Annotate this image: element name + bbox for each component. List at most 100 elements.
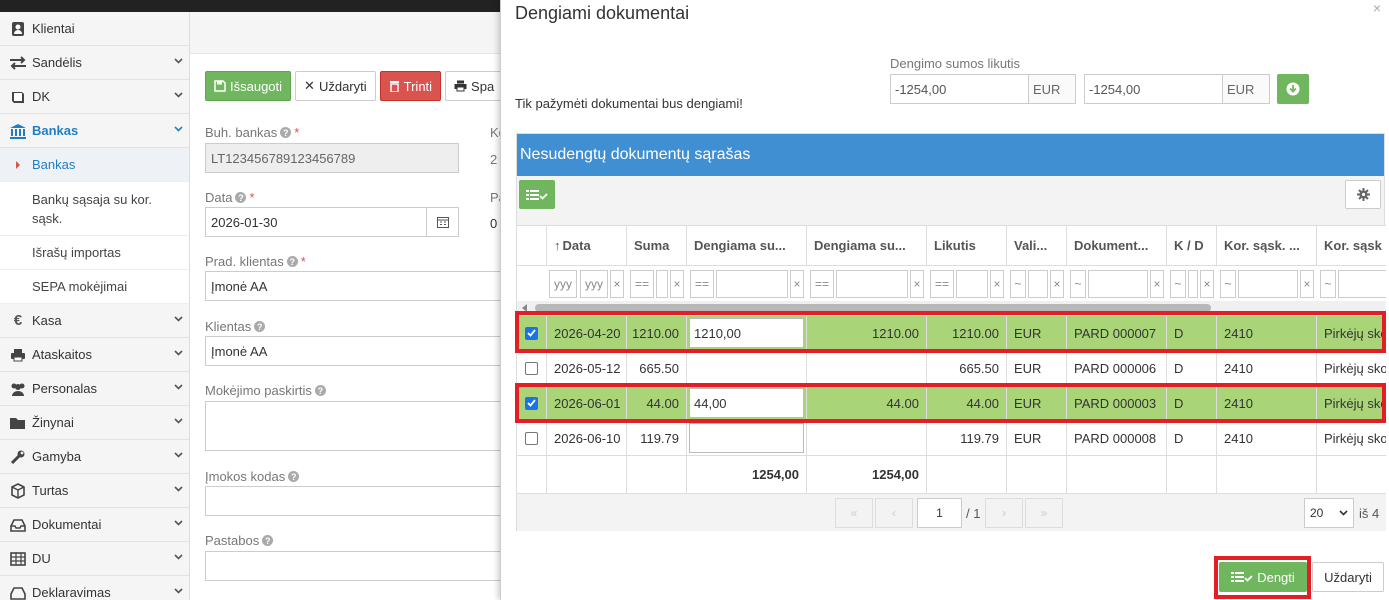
delete-button[interactable]: Trinti xyxy=(379,71,442,101)
dengti-button[interactable]: Dengti xyxy=(1219,562,1307,592)
operator-filter[interactable]: ~ xyxy=(1010,270,1026,298)
sidebar-item-zinynai[interactable]: Žinynai xyxy=(0,406,189,440)
sidebar-item-gamyba[interactable]: Gamyba xyxy=(0,440,189,474)
dokumentas-filter[interactable] xyxy=(1088,270,1148,298)
column-header-suma[interactable]: Suma xyxy=(627,226,687,265)
grid-settings-button[interactable] xyxy=(1345,180,1381,209)
table-row[interactable]: 2026-06-01 44.00 44,00 44.00 44.00 EUR P… xyxy=(517,385,1386,420)
date-field[interactable]: 2026-01-30 xyxy=(205,207,459,237)
clear-filter-icon[interactable]: × xyxy=(670,270,684,298)
valiuta-filter[interactable] xyxy=(1028,270,1048,298)
save-button[interactable]: Išsaugoti xyxy=(205,71,292,101)
table-row[interactable]: 2026-04-20 1210.00 1210,00 1210.00 1210.… xyxy=(517,315,1386,350)
kor-sask-2-filter[interactable] xyxy=(1338,270,1386,298)
row-checkbox-checked[interactable] xyxy=(525,396,538,410)
modal-close-icon[interactable]: × xyxy=(1373,0,1381,16)
apply-sum-button[interactable] xyxy=(1277,74,1309,104)
close-button[interactable]: ✕ Uždaryti xyxy=(295,71,376,101)
clear-filter-icon[interactable]: × xyxy=(1200,270,1214,298)
scroll-left-icon[interactable] xyxy=(522,304,527,312)
clear-filter-icon[interactable]: × xyxy=(990,270,1004,298)
dengiama-input-cell[interactable] xyxy=(687,351,807,385)
page-size-select[interactable]: 20 xyxy=(1304,498,1354,528)
column-header-dengiama-1[interactable]: Dengiama su... xyxy=(687,226,807,265)
operator-filter[interactable]: == xyxy=(630,270,654,298)
date-from-filter[interactable]: yyy xyxy=(549,270,577,298)
mokejimo-paskirtis-field[interactable] xyxy=(205,401,500,451)
sidebar-subitem-israsu-importas[interactable]: Išrašų importas xyxy=(0,236,189,270)
sidebar-item-du[interactable]: DU xyxy=(0,542,189,576)
buh-bankas-field[interactable]: LT123456789123456789 xyxy=(205,143,459,173)
date-to-filter[interactable]: yyy xyxy=(580,270,608,298)
row-checkbox-cell[interactable] xyxy=(517,421,547,455)
clear-filter-icon[interactable]: × xyxy=(1300,270,1314,298)
horizontal-scrollbar[interactable] xyxy=(517,301,1386,315)
sidebar-item-dk[interactable]: DK xyxy=(0,80,189,114)
dengiama-2-filter[interactable] xyxy=(836,270,908,298)
column-header-kor-sask[interactable]: Kor. sąsk. ... xyxy=(1217,226,1317,265)
klientas-field[interactable]: Įmonė AA xyxy=(205,336,500,366)
operator-filter[interactable]: == xyxy=(930,270,954,298)
operator-filter[interactable]: ~ xyxy=(1170,270,1186,298)
dengiama-input[interactable]: 44,00 xyxy=(689,388,804,418)
sidebar-item-personalas[interactable]: Personalas xyxy=(0,372,189,406)
sidebar-item-dokumentai[interactable]: Dokumentai xyxy=(0,508,189,542)
clear-filter-icon[interactable]: × xyxy=(910,270,924,298)
page-number-input[interactable]: 1 xyxy=(917,498,962,528)
table-row[interactable]: 2026-06-10 119.79 119.79 EUR PARD 000008… xyxy=(517,420,1386,455)
next-page-button[interactable]: › xyxy=(985,498,1023,528)
calendar-icon[interactable] xyxy=(426,208,458,236)
sidebar-subitem-banku-sasaja[interactable]: Bankų sąsaja su kor. sąsk. xyxy=(0,182,189,236)
clear-filter-icon[interactable]: × xyxy=(1150,270,1164,298)
column-header-kd[interactable]: K / D xyxy=(1167,226,1217,265)
column-header-dokumentas[interactable]: Dokument... xyxy=(1067,226,1167,265)
table-row[interactable]: 2026-05-12 665.50 665.50 EUR PARD 000006… xyxy=(517,350,1386,385)
suma-filter[interactable] xyxy=(656,270,668,298)
column-header-likutis[interactable]: Likutis xyxy=(927,226,1007,265)
sidebar-item-turtas[interactable]: Turtas xyxy=(0,474,189,508)
sidebar-subitem-sepa[interactable]: SEPA mokėjimai xyxy=(0,270,189,304)
sidebar-item-deklaravimas[interactable]: Deklaravimas xyxy=(0,576,189,600)
operator-filter[interactable]: ~ xyxy=(1070,270,1086,298)
column-header-kor-sask-2[interactable]: Kor. sąsk xyxy=(1317,226,1386,265)
column-header-data[interactable]: ↑ Data xyxy=(547,226,627,265)
dengiama-filter[interactable] xyxy=(716,270,788,298)
row-checkbox-checked[interactable] xyxy=(525,326,538,340)
dengiama-input[interactable] xyxy=(689,423,804,453)
scrollbar-thumb[interactable] xyxy=(535,304,1211,312)
operator-filter[interactable]: ~ xyxy=(1220,270,1236,298)
row-checkbox-cell[interactable] xyxy=(517,386,547,420)
dengiama-input-cell[interactable]: 1210,00 xyxy=(687,316,807,350)
sidebar-subitem-bankas[interactable]: Bankas xyxy=(0,148,189,182)
row-checkbox[interactable] xyxy=(525,361,538,375)
clear-filter-icon[interactable]: × xyxy=(610,270,624,298)
row-checkbox-cell[interactable] xyxy=(517,351,547,385)
dengiama-input-cell[interactable] xyxy=(687,421,807,455)
last-page-button[interactable]: » xyxy=(1025,498,1063,528)
sidebar-item-sandelis[interactable]: Sandėlis xyxy=(0,46,189,80)
column-header-dengiama-2[interactable]: Dengiama su... xyxy=(807,226,927,265)
row-checkbox[interactable] xyxy=(525,431,538,445)
operator-filter[interactable]: == xyxy=(690,270,714,298)
imokos-kodas-field[interactable] xyxy=(205,486,500,516)
operator-filter[interactable]: ~ xyxy=(1320,270,1336,298)
kd-filter[interactable] xyxy=(1188,270,1198,298)
operator-filter[interactable]: == xyxy=(810,270,834,298)
dengiama-input[interactable]: 1210,00 xyxy=(689,318,804,348)
first-page-button[interactable]: « xyxy=(835,498,873,528)
print-button[interactable]: Spa xyxy=(445,71,500,101)
prev-page-button[interactable]: ‹ xyxy=(875,498,913,528)
column-header-valiuta[interactable]: Vali... xyxy=(1007,226,1067,265)
row-checkbox-cell[interactable] xyxy=(517,316,547,350)
remaining-sum-input[interactable]: -1254,00 xyxy=(891,75,1029,103)
prad-klientas-field[interactable]: Įmonė AA xyxy=(205,271,500,301)
kor-sask-filter[interactable] xyxy=(1238,270,1298,298)
clear-filter-icon[interactable]: × xyxy=(1050,270,1064,298)
remaining-sum-input-2[interactable]: -1254,00 xyxy=(1085,75,1223,103)
modal-close-button[interactable]: Uždaryti xyxy=(1312,562,1384,592)
select-columns-button[interactable] xyxy=(519,180,555,209)
sidebar-item-ataskaitos[interactable]: Ataskaitos xyxy=(0,338,189,372)
dengiama-input-cell[interactable]: 44,00 xyxy=(687,386,807,420)
pastabos-field[interactable] xyxy=(205,551,500,581)
likutis-filter[interactable] xyxy=(956,270,988,298)
